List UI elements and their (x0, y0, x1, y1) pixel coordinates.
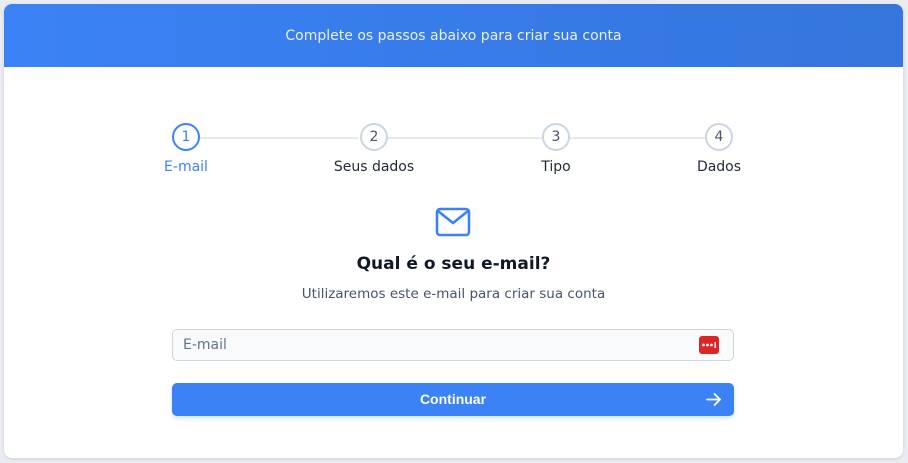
step-label: Seus dados (333, 159, 415, 175)
dots-icon (702, 342, 716, 348)
page-subtitle: Utilizaremos este e-mail para criar sua … (301, 286, 606, 302)
email-field (172, 329, 734, 361)
step-label: E-mail (164, 159, 208, 175)
stepper: 1 E-mail 2 Seus dados 3 Tipo 4 Dados (4, 4, 903, 204)
password-manager-icon[interactable] (699, 336, 719, 354)
step-tipo[interactable]: 3 Tipo (496, 123, 616, 175)
continue-button[interactable]: Continuar (172, 383, 734, 416)
step-number: 3 (542, 123, 570, 151)
step-number: 2 (360, 123, 388, 151)
email-input[interactable] (173, 330, 693, 360)
arrow-right-icon (706, 393, 721, 406)
step-label: Dados (696, 159, 742, 175)
step-label: Tipo (541, 159, 571, 175)
step-number: 4 (705, 123, 733, 151)
step-email[interactable]: 1 E-mail (126, 123, 246, 175)
continue-label: Continuar (419, 391, 487, 407)
page-title: Qual é o seu e-mail? (356, 254, 551, 274)
signup-card: Complete os passos abaixo para criar sua… (4, 4, 903, 458)
mail-icon (435, 207, 471, 237)
step-dados[interactable]: 4 Dados (659, 123, 779, 175)
step-number: 1 (172, 123, 200, 151)
step-seus-dados[interactable]: 2 Seus dados (314, 123, 434, 175)
